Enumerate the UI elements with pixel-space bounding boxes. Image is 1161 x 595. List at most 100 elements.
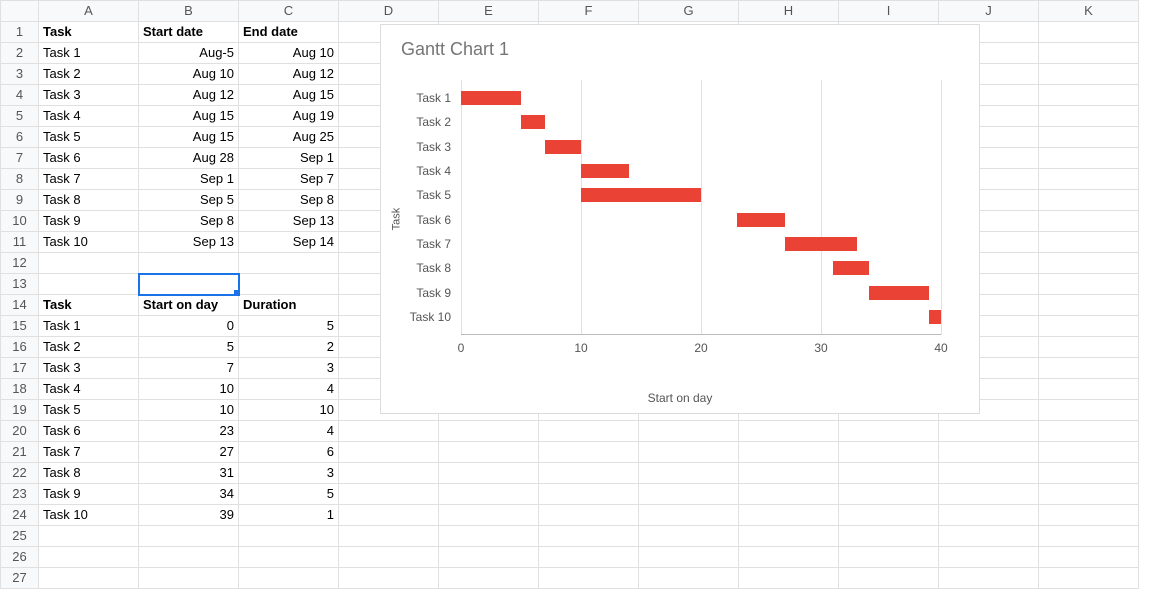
cell-H27[interactable]: [739, 568, 839, 589]
cell-K14[interactable]: [1039, 295, 1139, 316]
cell-B21[interactable]: 27: [139, 442, 239, 463]
cell-B14[interactable]: Start on day: [139, 295, 239, 316]
cell-C3[interactable]: Aug 12: [239, 64, 339, 85]
cell-F24[interactable]: [539, 505, 639, 526]
cell-D21[interactable]: [339, 442, 439, 463]
cell-K9[interactable]: [1039, 190, 1139, 211]
cell-A17[interactable]: Task 3: [39, 358, 139, 379]
row-header-23[interactable]: 23: [1, 484, 39, 505]
cell-A3[interactable]: Task 2: [39, 64, 139, 85]
cell-E27[interactable]: [439, 568, 539, 589]
row-header-10[interactable]: 10: [1, 211, 39, 232]
cell-H20[interactable]: [739, 421, 839, 442]
cell-K7[interactable]: [1039, 148, 1139, 169]
column-header-D[interactable]: D: [339, 1, 439, 22]
cell-K11[interactable]: [1039, 232, 1139, 253]
cell-C24[interactable]: 1: [239, 505, 339, 526]
cell-J25[interactable]: [939, 526, 1039, 547]
cell-D22[interactable]: [339, 463, 439, 484]
cell-B15[interactable]: 0: [139, 316, 239, 337]
cell-K20[interactable]: [1039, 421, 1139, 442]
cell-H23[interactable]: [739, 484, 839, 505]
cell-C21[interactable]: 6: [239, 442, 339, 463]
cell-C26[interactable]: [239, 547, 339, 568]
column-header-H[interactable]: H: [739, 1, 839, 22]
cell-B23[interactable]: 34: [139, 484, 239, 505]
row-header-16[interactable]: 16: [1, 337, 39, 358]
cell-E25[interactable]: [439, 526, 539, 547]
row-header-19[interactable]: 19: [1, 400, 39, 421]
cell-B9[interactable]: Sep 5: [139, 190, 239, 211]
cell-E24[interactable]: [439, 505, 539, 526]
cell-B17[interactable]: 7: [139, 358, 239, 379]
row-header-21[interactable]: 21: [1, 442, 39, 463]
cell-I23[interactable]: [839, 484, 939, 505]
cell-D26[interactable]: [339, 547, 439, 568]
cell-E23[interactable]: [439, 484, 539, 505]
cell-C14[interactable]: Duration: [239, 295, 339, 316]
row-header-20[interactable]: 20: [1, 421, 39, 442]
cell-C27[interactable]: [239, 568, 339, 589]
row-header-6[interactable]: 6: [1, 127, 39, 148]
gantt-chart[interactable]: Gantt Chart 1 Task 010203040Task 1Task 2…: [380, 24, 980, 414]
row-header-5[interactable]: 5: [1, 106, 39, 127]
cell-B2[interactable]: Aug-5: [139, 43, 239, 64]
cell-A19[interactable]: Task 5: [39, 400, 139, 421]
cell-K3[interactable]: [1039, 64, 1139, 85]
cell-A27[interactable]: [39, 568, 139, 589]
row-header-25[interactable]: 25: [1, 526, 39, 547]
cell-C1[interactable]: End date: [239, 22, 339, 43]
cell-C25[interactable]: [239, 526, 339, 547]
cell-A24[interactable]: Task 10: [39, 505, 139, 526]
cell-K23[interactable]: [1039, 484, 1139, 505]
cell-F20[interactable]: [539, 421, 639, 442]
cell-B5[interactable]: Aug 15: [139, 106, 239, 127]
column-header-B[interactable]: B: [139, 1, 239, 22]
cell-E22[interactable]: [439, 463, 539, 484]
cell-J20[interactable]: [939, 421, 1039, 442]
cell-K4[interactable]: [1039, 85, 1139, 106]
cell-E26[interactable]: [439, 547, 539, 568]
cell-J21[interactable]: [939, 442, 1039, 463]
cell-G24[interactable]: [639, 505, 739, 526]
column-header-F[interactable]: F: [539, 1, 639, 22]
cell-K21[interactable]: [1039, 442, 1139, 463]
cell-K2[interactable]: [1039, 43, 1139, 64]
row-header-3[interactable]: 3: [1, 64, 39, 85]
cell-E21[interactable]: [439, 442, 539, 463]
cell-G26[interactable]: [639, 547, 739, 568]
cell-C8[interactable]: Sep 7: [239, 169, 339, 190]
cell-A12[interactable]: [39, 253, 139, 274]
cell-A25[interactable]: [39, 526, 139, 547]
row-header-24[interactable]: 24: [1, 505, 39, 526]
cell-A16[interactable]: Task 2: [39, 337, 139, 358]
cell-B8[interactable]: Sep 1: [139, 169, 239, 190]
cell-A22[interactable]: Task 8: [39, 463, 139, 484]
cell-F26[interactable]: [539, 547, 639, 568]
cell-F25[interactable]: [539, 526, 639, 547]
cell-C13[interactable]: [239, 274, 339, 295]
cell-F23[interactable]: [539, 484, 639, 505]
cell-F27[interactable]: [539, 568, 639, 589]
row-header-27[interactable]: 27: [1, 568, 39, 589]
cell-A20[interactable]: Task 6: [39, 421, 139, 442]
cell-K6[interactable]: [1039, 127, 1139, 148]
cell-K15[interactable]: [1039, 316, 1139, 337]
cell-A15[interactable]: Task 1: [39, 316, 139, 337]
cell-C5[interactable]: Aug 19: [239, 106, 339, 127]
cell-F22[interactable]: [539, 463, 639, 484]
cell-D24[interactable]: [339, 505, 439, 526]
column-header-A[interactable]: A: [39, 1, 139, 22]
cell-K18[interactable]: [1039, 379, 1139, 400]
cell-F21[interactable]: [539, 442, 639, 463]
cell-C2[interactable]: Aug 10: [239, 43, 339, 64]
cell-D27[interactable]: [339, 568, 439, 589]
cell-C15[interactable]: 5: [239, 316, 339, 337]
cell-J27[interactable]: [939, 568, 1039, 589]
cell-C10[interactable]: Sep 13: [239, 211, 339, 232]
cell-C23[interactable]: 5: [239, 484, 339, 505]
cell-B7[interactable]: Aug 28: [139, 148, 239, 169]
cell-J23[interactable]: [939, 484, 1039, 505]
cell-K24[interactable]: [1039, 505, 1139, 526]
cell-B11[interactable]: Sep 13: [139, 232, 239, 253]
